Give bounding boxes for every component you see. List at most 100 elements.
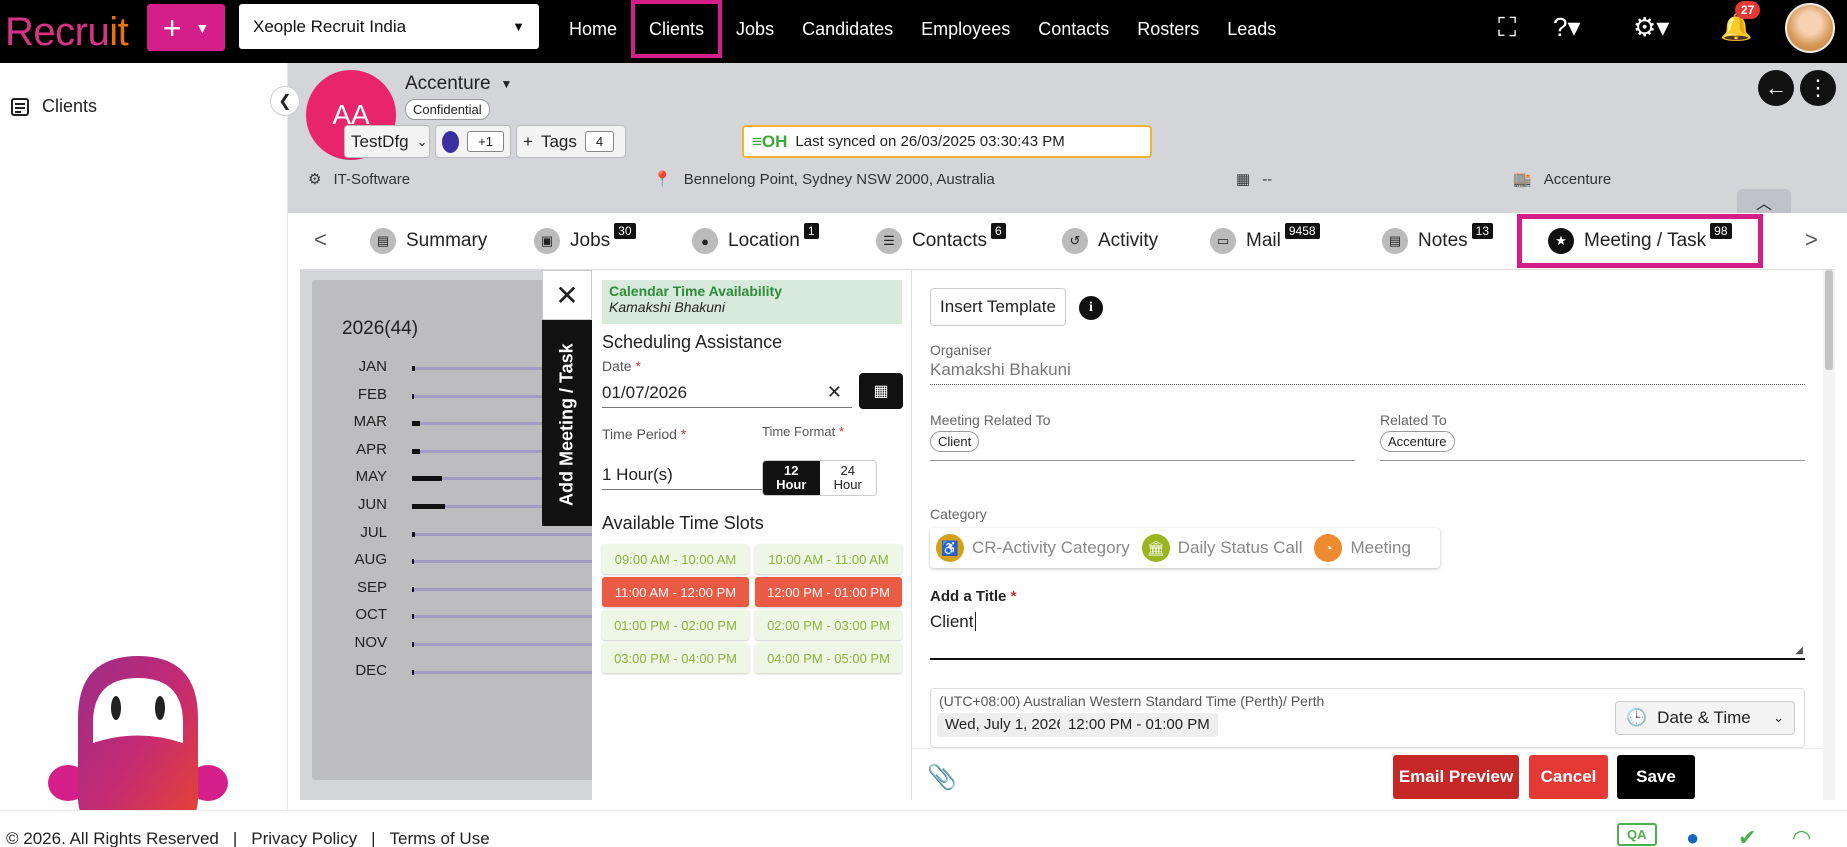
calendar-picker-button[interactable]: ▦ (859, 373, 903, 409)
month-track (412, 560, 602, 564)
owner-avatar (442, 130, 460, 153)
month-bar (412, 448, 421, 454)
related-to-chip[interactable]: Accenture (1380, 431, 1455, 452)
client-name-dropdown[interactable]: Accenture ▼ (405, 73, 512, 95)
category-daily-status-call[interactable]: 🏛 Daily Status Call (1141, 534, 1303, 562)
building-icon: ▦ (1236, 171, 1251, 188)
more-options-button[interactable]: ⋮ (1800, 70, 1836, 106)
format-12-hour-button[interactable]: 12 Hour (763, 461, 820, 495)
category-label-text: Meeting (1350, 538, 1411, 557)
caret-down-icon: ▼ (195, 19, 210, 36)
sidebar-collapse-button[interactable]: ❮ (270, 86, 300, 116)
title-input[interactable]: Client ◢ (930, 608, 1805, 660)
resize-handle-icon[interactable]: ◢ (1795, 645, 1803, 656)
owners-chip[interactable]: +1 (435, 125, 511, 158)
form-scrollbar[interactable] (1823, 270, 1835, 800)
insert-template-button[interactable]: Insert Template (930, 288, 1066, 326)
info-icon[interactable]: i (1079, 296, 1103, 320)
tab-summary[interactable]: ▤ Summary (370, 219, 487, 263)
chevron-up-icon: ︿ (1755, 196, 1772, 213)
nav-employees[interactable]: Employees (907, 0, 1024, 58)
chevron-down-icon: ⌄ (416, 133, 428, 149)
help-icon[interactable]: ?▾ (1553, 12, 1581, 43)
category-label-text: Daily Status Call (1177, 538, 1303, 557)
month-bar (412, 614, 414, 620)
month-label: AUG (354, 551, 387, 569)
time-slot[interactable]: 02:00 PM - 03:00 PM (755, 610, 902, 640)
tab-notes[interactable]: ▤ Notes 13 (1382, 219, 1493, 263)
time-slot[interactable]: 01:00 PM - 02:00 PM (602, 610, 749, 640)
scheduling-title: Scheduling Assistance (602, 332, 783, 352)
tag-select[interactable]: TestDfg ⌄ (344, 125, 430, 158)
nav-rosters[interactable]: Rosters (1123, 0, 1213, 58)
tab-label: Meeting / Task (1584, 230, 1707, 251)
nav-home[interactable]: Home (555, 0, 631, 58)
time-slot[interactable]: 09:00 AM - 10:00 AM (602, 544, 749, 574)
cancel-button[interactable]: Cancel (1529, 755, 1608, 799)
nav-contacts[interactable]: Contacts (1024, 0, 1123, 58)
nav-candidates[interactable]: Candidates (788, 0, 907, 58)
meeting-related-chip[interactable]: Client (930, 431, 980, 452)
month-bar (412, 504, 445, 509)
time-period-select[interactable]: 1 Hour(s) ▼ (602, 460, 777, 490)
month-label: JAN (358, 358, 387, 375)
tags-button[interactable]: + Tags 4 (516, 125, 626, 158)
summary-icon: ▤ (370, 228, 396, 254)
close-icon: ✕ (555, 279, 579, 311)
action-bar: 📎 Email Preview Cancel Save (912, 748, 1835, 800)
caret-down-icon: ▼ (512, 19, 525, 34)
privacy-policy-link[interactable]: Privacy Policy (251, 829, 357, 847)
category-cr-activity[interactable]: ♿ CR-Activity Category (936, 534, 1130, 562)
save-button[interactable]: Save (1617, 755, 1695, 799)
app-logo[interactable]: Recruit (5, 10, 129, 55)
company-select[interactable]: Xeople Recruit India ▼ (239, 4, 539, 49)
time-slot[interactable]: 03:00 PM - 04:00 PM (602, 643, 749, 673)
tab-activity[interactable]: ↺ Activity (1062, 219, 1158, 263)
quick-add-button[interactable]: + ▼ (147, 4, 225, 51)
user-circle-icon[interactable]: ● (1686, 825, 1699, 847)
time-slots-title: Available Time Slots (602, 513, 764, 533)
text-cursor (975, 612, 982, 631)
time-slot[interactable]: 11:00 AM - 12:00 PM (602, 577, 749, 607)
time-slot[interactable]: 12:00 PM - 01:00 PM (755, 577, 902, 607)
tabs-scroll-right-icon[interactable]: > (1805, 227, 1818, 253)
close-panel-button[interactable]: ✕ (542, 270, 592, 320)
building-value: -- (1262, 170, 1273, 188)
address-info: 📍 Bennelong Point, Sydney NSW 2000, Aust… (653, 170, 995, 189)
tab-meeting-task[interactable]: ★ Meeting / Task 98 (1517, 214, 1763, 268)
time-slot[interactable]: 10:00 AM - 11:00 AM (755, 544, 902, 574)
tabs-scroll-left-icon[interactable]: < (314, 227, 327, 253)
tab-count: 98 (1710, 223, 1732, 239)
note-icon: ▤ (1382, 228, 1408, 254)
sidebar-item-clients[interactable]: Clients (10, 96, 97, 117)
header-collapse-button[interactable]: ︿ (1737, 189, 1791, 215)
user-avatar[interactable] (1785, 3, 1835, 53)
tab-jobs[interactable]: ▣ Jobs 30 (534, 219, 636, 263)
nav-leads[interactable]: Leads (1213, 0, 1290, 58)
time-slot[interactable]: 04:00 PM - 05:00 PM (755, 643, 902, 673)
gear-icon[interactable]: ⚙▾ (1633, 12, 1669, 43)
nav-clients[interactable]: Clients (631, 0, 723, 58)
category-meeting[interactable]: ◔ Meeting (1314, 534, 1411, 562)
tab-location[interactable]: ● Location 1 (692, 219, 819, 263)
email-preview-button[interactable]: Email Preview (1393, 755, 1519, 799)
month-track (412, 670, 602, 674)
tags-count: 4 (584, 131, 615, 152)
terms-of-use-link[interactable]: Terms of Use (390, 829, 490, 847)
tab-label: Activity (1098, 230, 1159, 251)
month-bar (412, 531, 415, 537)
date-time-button[interactable]: 🕒 Date & Time ⌄ (1615, 701, 1795, 735)
fullscreen-icon[interactable]: ⛶ (1498, 12, 1516, 44)
tab-label: Summary (406, 230, 488, 251)
scrollbar-thumb[interactable] (1825, 270, 1833, 370)
format-24-hour-button[interactable]: 24 Hour (820, 461, 877, 495)
company-info: 🏬 Accenture (1513, 170, 1611, 189)
clear-date-icon[interactable]: ✕ (827, 382, 842, 403)
back-button[interactable]: ← (1758, 70, 1794, 106)
date-field[interactable]: 01/07/2026 ✕ (602, 378, 852, 408)
tab-contacts[interactable]: ☰ Contacts 6 (876, 219, 1006, 263)
tab-mail[interactable]: ▭ Mail 9458 (1210, 219, 1320, 263)
nav-jobs[interactable]: Jobs (722, 0, 788, 58)
paperclip-icon[interactable]: 📎 (927, 763, 957, 792)
month-label: DEC (355, 661, 387, 679)
